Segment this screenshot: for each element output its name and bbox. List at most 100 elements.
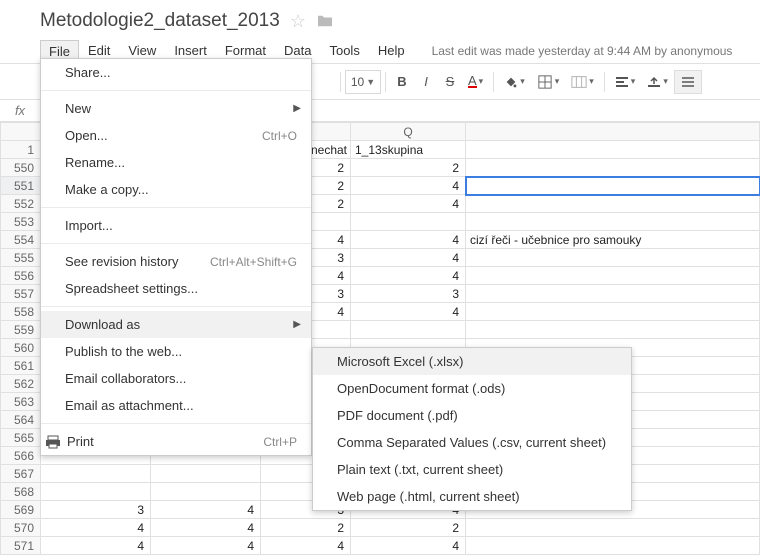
cell[interactable]: 2: [351, 519, 466, 537]
row-header[interactable]: 1: [1, 141, 41, 159]
cell[interactable]: 3: [41, 501, 151, 519]
cell[interactable]: cizí řeči - učebnice pro samouky: [466, 231, 760, 249]
row-header[interactable]: 550: [1, 159, 41, 177]
menuitem-import[interactable]: Import...: [41, 212, 311, 239]
cell[interactable]: [466, 177, 760, 195]
cell[interactable]: [41, 483, 151, 501]
menuitem-download-html[interactable]: Web page (.html, current sheet): [313, 483, 631, 510]
shortcut-label: Ctrl+O: [262, 129, 297, 143]
row-header[interactable]: 553: [1, 213, 41, 231]
merge-cells-button[interactable]: ▾: [565, 70, 600, 94]
cell[interactable]: [466, 285, 760, 303]
strikethrough-button[interactable]: S: [438, 70, 462, 94]
document-title[interactable]: Metodologie2_dataset_2013: [40, 10, 280, 32]
text-wrap-button[interactable]: [674, 70, 702, 94]
borders-button[interactable]: ▾: [531, 70, 566, 94]
row-header[interactable]: 562: [1, 375, 41, 393]
row-header[interactable]: 551: [1, 177, 41, 195]
italic-button[interactable]: I: [414, 70, 438, 94]
menuitem-revision-history[interactable]: See revision historyCtrl+Alt+Shift+G: [41, 248, 311, 275]
cell[interactable]: 4: [41, 519, 151, 537]
cell[interactable]: [41, 465, 151, 483]
cell[interactable]: 4: [351, 267, 466, 285]
cell[interactable]: 1_13skupina: [351, 141, 466, 159]
row-header[interactable]: 554: [1, 231, 41, 249]
row-header[interactable]: 570: [1, 519, 41, 537]
menuitem-open[interactable]: Open...Ctrl+O: [41, 122, 311, 149]
cell[interactable]: 2: [351, 159, 466, 177]
menuitem-share[interactable]: Share...: [41, 59, 311, 86]
row-header[interactable]: 561: [1, 357, 41, 375]
cell[interactable]: [466, 141, 760, 159]
menuitem-email-attachment[interactable]: Email as attachment...: [41, 392, 311, 419]
column-header-q[interactable]: Q: [351, 123, 466, 141]
column-header[interactable]: [466, 123, 760, 141]
cell[interactable]: [466, 519, 760, 537]
cell[interactable]: [466, 537, 760, 555]
cell[interactable]: 3: [351, 285, 466, 303]
text-color-button[interactable]: A▾: [462, 70, 489, 94]
row-header[interactable]: 552: [1, 195, 41, 213]
row-header[interactable]: 566: [1, 447, 41, 465]
select-all-corner[interactable]: [1, 123, 41, 141]
cell[interactable]: 4: [151, 501, 261, 519]
row-header[interactable]: 567: [1, 465, 41, 483]
bold-button[interactable]: B: [390, 70, 414, 94]
row-header[interactable]: 565: [1, 429, 41, 447]
menuitem-print[interactable]: Print Ctrl+P: [41, 428, 311, 455]
cell[interactable]: [466, 267, 760, 285]
cell[interactable]: 4: [351, 195, 466, 213]
row-header[interactable]: 555: [1, 249, 41, 267]
horizontal-align-button[interactable]: ▾: [609, 70, 642, 94]
star-icon[interactable]: ☆: [290, 11, 306, 32]
menu-help[interactable]: Help: [369, 39, 414, 62]
row-header[interactable]: 563: [1, 393, 41, 411]
cell[interactable]: 4: [351, 303, 466, 321]
menuitem-make-copy[interactable]: Make a copy...: [41, 176, 311, 203]
row-header[interactable]: 557: [1, 285, 41, 303]
cell[interactable]: 4: [351, 231, 466, 249]
cell[interactable]: 4: [351, 177, 466, 195]
menuitem-download-xlsx[interactable]: Microsoft Excel (.xlsx): [313, 348, 631, 375]
cell[interactable]: [466, 159, 760, 177]
cell[interactable]: 4: [151, 537, 261, 555]
font-size-selector[interactable]: 10▼: [345, 70, 381, 94]
row-header[interactable]: 568: [1, 483, 41, 501]
cell[interactable]: [466, 303, 760, 321]
cell[interactable]: 4: [41, 537, 151, 555]
cell[interactable]: 4: [351, 249, 466, 267]
cell[interactable]: [466, 213, 760, 231]
menuitem-download-as[interactable]: Download as▶: [41, 311, 311, 338]
cell[interactable]: [151, 483, 261, 501]
row-header[interactable]: 569: [1, 501, 41, 519]
cell[interactable]: 2: [261, 519, 351, 537]
cell[interactable]: [466, 249, 760, 267]
cell[interactable]: [466, 195, 760, 213]
cell[interactable]: 4: [351, 537, 466, 555]
cell[interactable]: [351, 321, 466, 339]
row-header[interactable]: 571: [1, 537, 41, 555]
cell[interactable]: [151, 465, 261, 483]
menuitem-rename[interactable]: Rename...: [41, 149, 311, 176]
menuitem-download-pdf[interactable]: PDF document (.pdf): [313, 402, 631, 429]
row-header[interactable]: 559: [1, 321, 41, 339]
menuitem-email-collaborators[interactable]: Email collaborators...: [41, 365, 311, 392]
row-header[interactable]: 556: [1, 267, 41, 285]
row-header[interactable]: 558: [1, 303, 41, 321]
menuitem-new[interactable]: New▶: [41, 95, 311, 122]
cell[interactable]: 4: [261, 537, 351, 555]
cell[interactable]: [466, 321, 760, 339]
menu-tools[interactable]: Tools: [320, 39, 368, 62]
cell[interactable]: 4: [151, 519, 261, 537]
menuitem-spreadsheet-settings[interactable]: Spreadsheet settings...: [41, 275, 311, 302]
menuitem-download-txt[interactable]: Plain text (.txt, current sheet): [313, 456, 631, 483]
row-header[interactable]: 564: [1, 411, 41, 429]
menuitem-publish-web[interactable]: Publish to the web...: [41, 338, 311, 365]
row-header[interactable]: 560: [1, 339, 41, 357]
vertical-align-button[interactable]: ▾: [641, 70, 674, 94]
folder-icon[interactable]: [316, 14, 334, 28]
menuitem-download-ods[interactable]: OpenDocument format (.ods): [313, 375, 631, 402]
menuitem-download-csv[interactable]: Comma Separated Values (.csv, current sh…: [313, 429, 631, 456]
cell[interactable]: [351, 213, 466, 231]
fill-color-button[interactable]: ▾: [498, 70, 531, 94]
